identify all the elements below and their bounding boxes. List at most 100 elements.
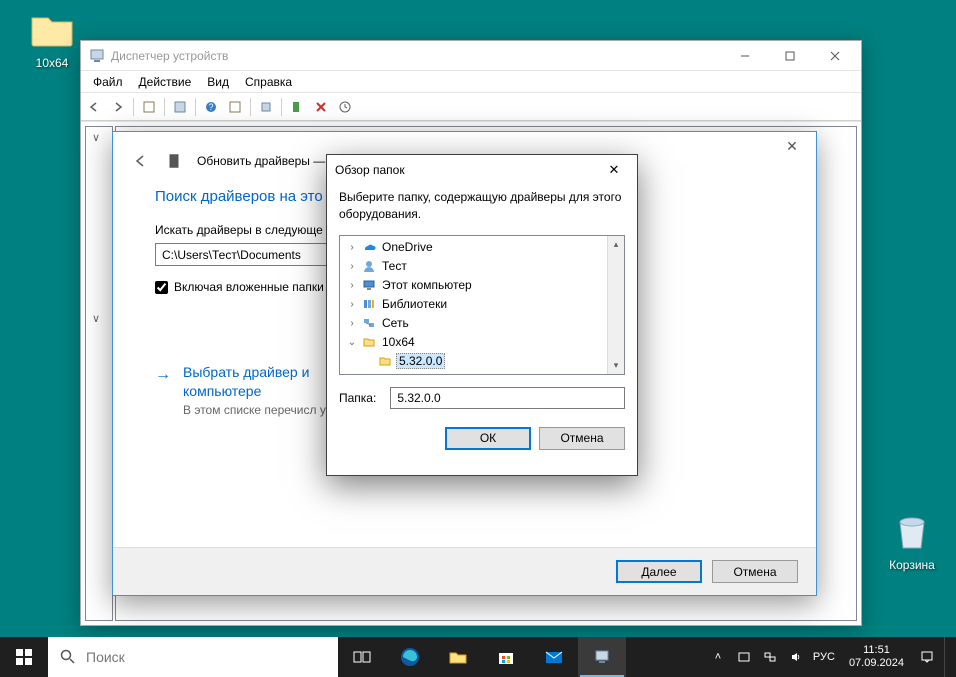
menu-action[interactable]: Действие	[131, 73, 200, 91]
volume-icon[interactable]	[787, 648, 805, 666]
taskbar-search[interactable]: Поиск	[48, 637, 338, 677]
menu-help[interactable]: Справка	[237, 73, 300, 91]
tree-item-onedrive[interactable]: › OneDrive	[340, 238, 624, 257]
desktop-folder-10x64[interactable]: 10x64	[16, 6, 88, 70]
language-indicator[interactable]: РУС	[813, 651, 835, 663]
network-icon	[361, 315, 377, 331]
scrollbar[interactable]: ▴ ▾	[607, 236, 624, 374]
folder-name-row: Папка:	[327, 379, 637, 409]
folder-icon	[361, 334, 377, 350]
next-button[interactable]: Далее	[616, 560, 702, 583]
toolbar-button[interactable]	[138, 96, 160, 118]
notifications-icon[interactable]	[918, 648, 936, 666]
nav-back-button[interactable]	[83, 96, 105, 118]
cloud-icon	[361, 239, 377, 255]
desktop-icon-label: Корзина	[889, 558, 935, 572]
dialog-title: Обзор папок	[335, 163, 599, 177]
device-manager-titlebar[interactable]: Диспетчер устройств	[81, 41, 861, 71]
clock-time: 11:51	[849, 644, 904, 657]
update-driver-button[interactable]	[286, 96, 308, 118]
folder-name-input[interactable]	[390, 387, 625, 409]
tree-item-user[interactable]: › Тест	[340, 257, 624, 276]
taskbar-explorer[interactable]	[434, 637, 482, 677]
tree-item-thispc[interactable]: › Этот компьютер	[340, 276, 624, 295]
dialog-description: Выберите папку, содержащую драйверы для …	[327, 185, 637, 231]
scan-hardware-button[interactable]	[255, 96, 277, 118]
collapse-icon[interactable]: ⌄	[346, 337, 358, 348]
tree-label: Этот компьютер	[380, 278, 474, 292]
computer-icon	[361, 277, 377, 293]
expand-icon[interactable]: ›	[346, 299, 358, 310]
toolbar-button[interactable]	[334, 96, 356, 118]
menu-file[interactable]: Файл	[85, 73, 131, 91]
tree-label: Тест	[380, 259, 409, 273]
folder-icon	[28, 6, 76, 54]
taskbar-edge[interactable]	[386, 637, 434, 677]
tree-label: Сеть	[380, 316, 411, 330]
svg-text:?: ?	[208, 102, 213, 112]
expand-icon[interactable]: ›	[346, 242, 358, 253]
window-title: Диспетчер устройств	[111, 49, 722, 63]
close-button[interactable]: ✕	[599, 158, 629, 182]
minimize-button[interactable]	[722, 42, 767, 70]
browse-folder-dialog: Обзор папок ✕ Выберите папку, содержащую…	[326, 154, 638, 476]
tray-chevron-up-icon[interactable]: ˄	[709, 648, 727, 666]
dialog-titlebar[interactable]: Обзор папок ✕	[327, 155, 637, 185]
tree-label: 5.32.0.0	[396, 353, 445, 369]
user-icon	[361, 258, 377, 274]
taskbar: Поиск ˄ РУС 11:51 07.09.2024	[0, 637, 956, 677]
device-manager-icon	[89, 48, 105, 64]
system-tray: ˄ РУС 11:51 07.09.2024	[703, 637, 956, 677]
checkbox[interactable]	[155, 281, 168, 294]
cancel-button[interactable]: Отмена	[712, 560, 798, 583]
tree-item-libraries[interactable]: › Библиотеки	[340, 295, 624, 314]
tree-label: OneDrive	[380, 240, 435, 254]
tree-item-network[interactable]: › Сеть	[340, 314, 624, 333]
tree-label: 10x64	[380, 335, 417, 349]
checkbox-label: Включая вложенные папки	[174, 280, 324, 294]
task-view-button[interactable]	[338, 637, 386, 677]
tray-icon[interactable]	[735, 648, 753, 666]
scroll-up-button[interactable]: ▴	[608, 236, 625, 253]
toolbar-button[interactable]	[169, 96, 191, 118]
maximize-button[interactable]	[767, 42, 812, 70]
folder-label: Папка:	[339, 391, 376, 405]
menu-view[interactable]: Вид	[199, 73, 237, 91]
nav-forward-button[interactable]	[107, 96, 129, 118]
expand-icon[interactable]: ›	[346, 261, 358, 272]
folder-icon	[377, 353, 393, 369]
toolbar-button[interactable]	[224, 96, 246, 118]
network-icon[interactable]	[761, 648, 779, 666]
taskbar-clock[interactable]: 11:51 07.09.2024	[843, 644, 910, 670]
search-icon	[60, 649, 76, 665]
close-button[interactable]	[812, 42, 857, 70]
uninstall-button[interactable]	[310, 96, 332, 118]
dialog-footer: ОК Отмена	[327, 409, 637, 460]
show-desktop-button[interactable]	[944, 637, 950, 677]
tree-item-10x64[interactable]: ⌄ 10x64	[340, 333, 624, 352]
ok-button[interactable]: ОК	[445, 427, 531, 450]
close-button[interactable]: ✕	[774, 135, 810, 157]
libraries-icon	[361, 296, 377, 312]
device-icon	[165, 152, 183, 170]
cancel-button[interactable]: Отмена	[539, 427, 625, 450]
arrow-icon: →	[155, 366, 171, 418]
start-button[interactable]	[0, 637, 48, 677]
desktop-recycle-bin[interactable]: Корзина	[876, 508, 948, 572]
chevron-down-icon: ∨	[86, 308, 112, 329]
clock-date: 07.09.2024	[849, 657, 904, 670]
expand-icon[interactable]: ›	[346, 280, 358, 291]
taskbar-devmgr[interactable]	[578, 637, 626, 677]
device-tree-panel[interactable]: ∨ ∨	[85, 126, 113, 621]
desktop-icon-label: 10x64	[36, 56, 69, 70]
taskbar-mail[interactable]	[530, 637, 578, 677]
scroll-down-button[interactable]: ▾	[608, 357, 625, 374]
help-button[interactable]: ?	[200, 96, 222, 118]
folder-tree[interactable]: › OneDrive › Тест › Этот компьютер › Биб…	[339, 235, 625, 375]
back-button[interactable]	[129, 150, 151, 172]
recycle-bin-icon	[888, 508, 936, 556]
expand-icon[interactable]: ›	[346, 318, 358, 329]
tree-item-subfolder[interactable]: 5.32.0.0	[340, 352, 624, 371]
taskbar-store[interactable]	[482, 637, 530, 677]
search-placeholder: Поиск	[86, 649, 125, 665]
